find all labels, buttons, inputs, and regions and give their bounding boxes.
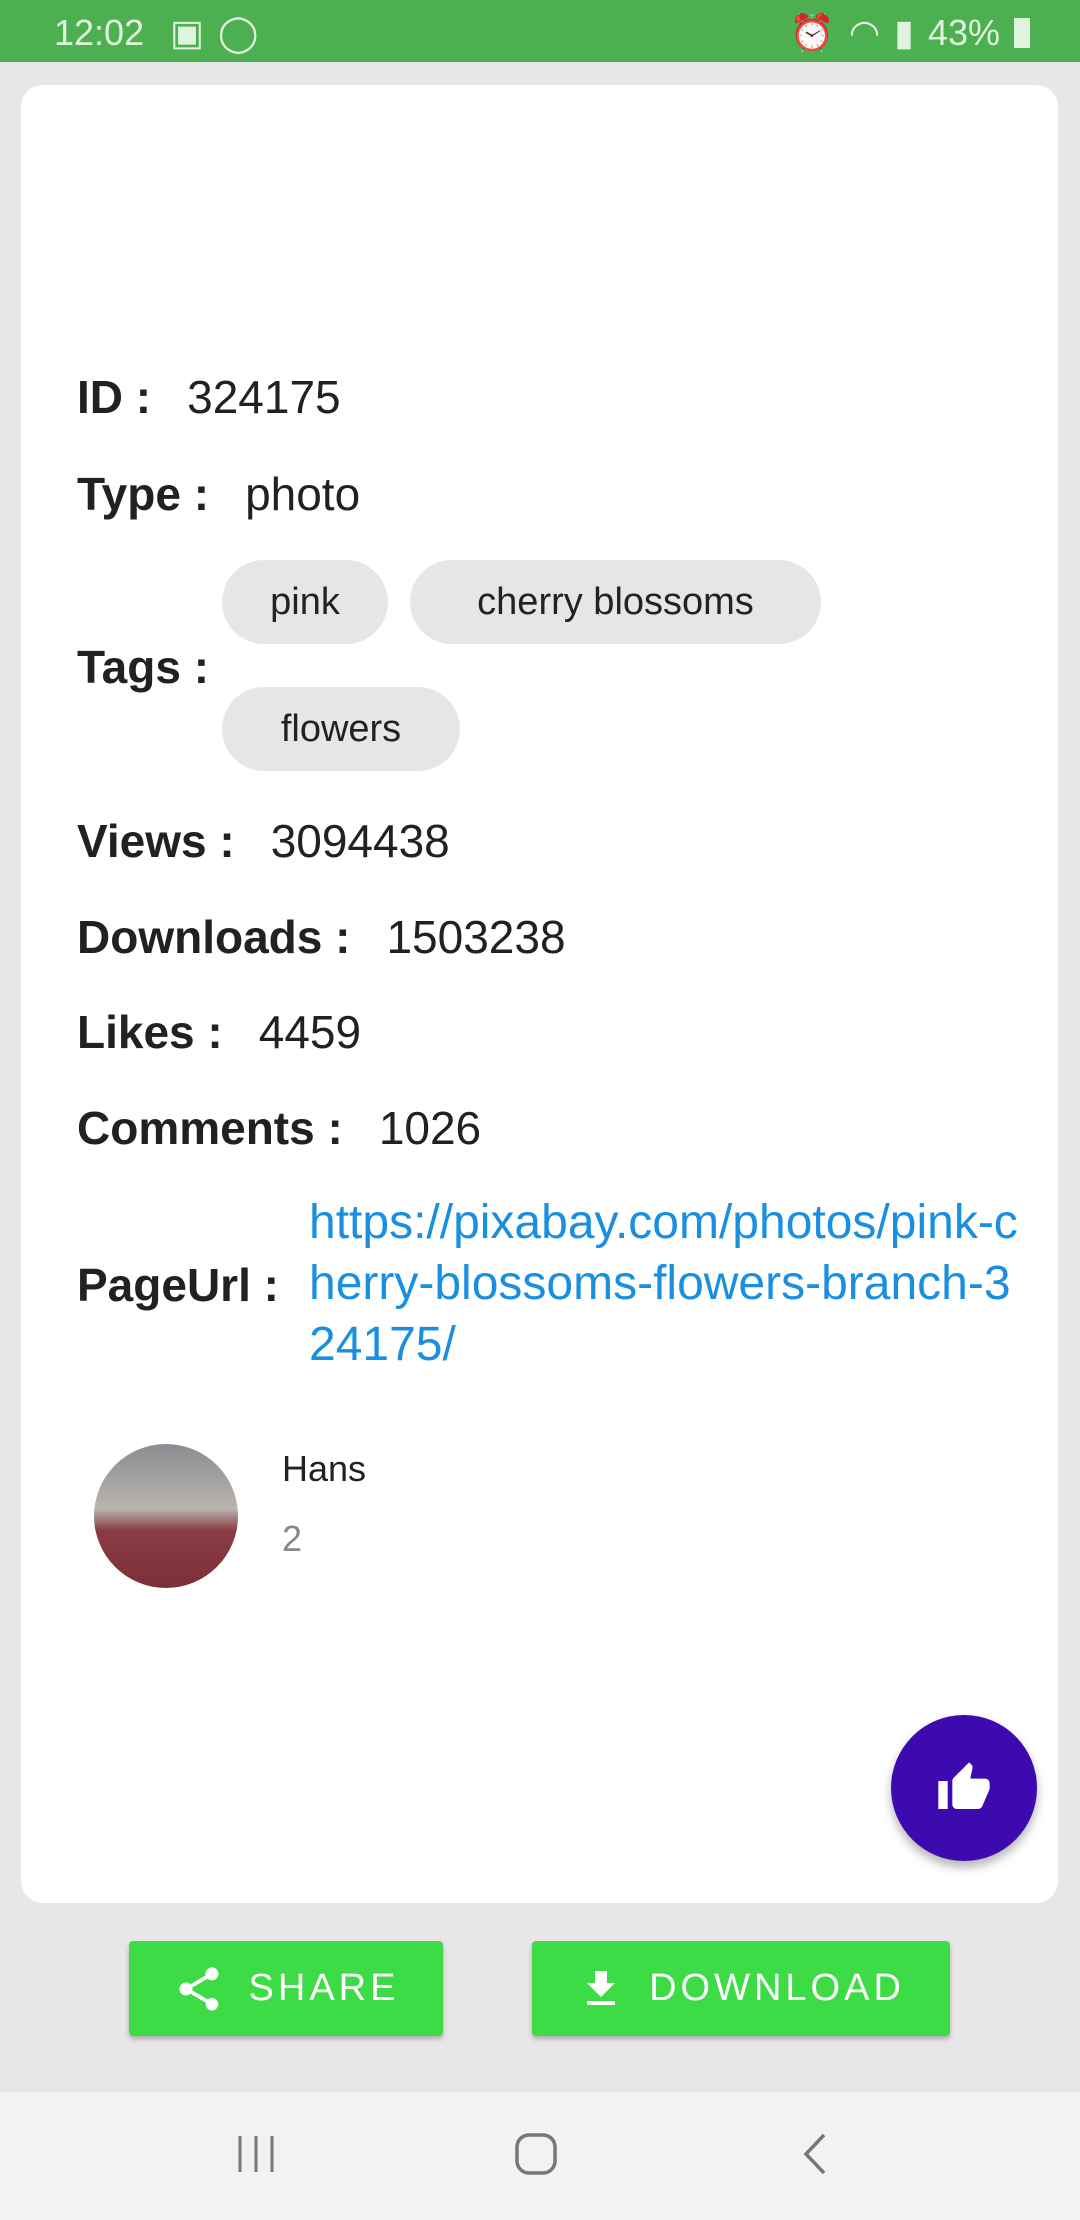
signal-icon: ▮ [894, 12, 914, 53]
whatsapp-icon: ◯ [218, 12, 259, 53]
status-bar: 12:02 ▣ ◯ ⏰ ◠ ▮ 43% [0, 0, 1080, 62]
download-icon [587, 1970, 616, 2005]
tags-label: Tags : [77, 641, 210, 693]
wifi-icon: ◠ [848, 12, 881, 53]
image-details-card: ID :324175 Type : photo Tags : pink cherr… [21, 85, 1058, 1903]
share-icon [179, 1966, 219, 2010]
pageurl-label: PageUrl : [77, 1259, 279, 1311]
back-icon[interactable] [800, 2132, 830, 2176]
gallery-icon: ▣ [170, 12, 205, 53]
comments-row: Comments :1026 [77, 1102, 482, 1154]
views-row: Views :3094438 [77, 815, 450, 867]
user-name: Hans [282, 1448, 367, 1489]
thumbs-up-icon [938, 1762, 990, 1809]
likes-row: Likes :4459 [77, 1006, 362, 1058]
id-row: ID :324175 [77, 371, 341, 423]
tag-chip[interactable]: flowers [222, 687, 460, 771]
type-row: Type : photo [77, 468, 361, 520]
user-count: 2 [282, 1518, 303, 1559]
user-avatar[interactable] [94, 1444, 238, 1588]
home-icon[interactable] [514, 2132, 558, 2176]
tag-chip[interactable]: cherry blossoms [410, 560, 821, 644]
navigation-bar [0, 2092, 1080, 2220]
tag-chip[interactable]: pink [222, 560, 388, 644]
recent-apps-icon[interactable] [236, 2134, 276, 2174]
download-button[interactable]: DOWNLOAD [532, 1941, 950, 2036]
downloads-row: Downloads :1503238 [77, 911, 566, 963]
share-button[interactable]: SHARE [129, 1941, 443, 2036]
like-fab-button[interactable] [891, 1715, 1037, 1861]
battery-percent: 43% [927, 12, 1000, 53]
status-time: 12:02 [54, 12, 145, 53]
page-url-link[interactable]: https://pixabay.com/photos/pink-cherry-b… [309, 1192, 1029, 1375]
alarm-icon: ⏰ [789, 12, 835, 53]
battery-icon [1014, 18, 1030, 48]
